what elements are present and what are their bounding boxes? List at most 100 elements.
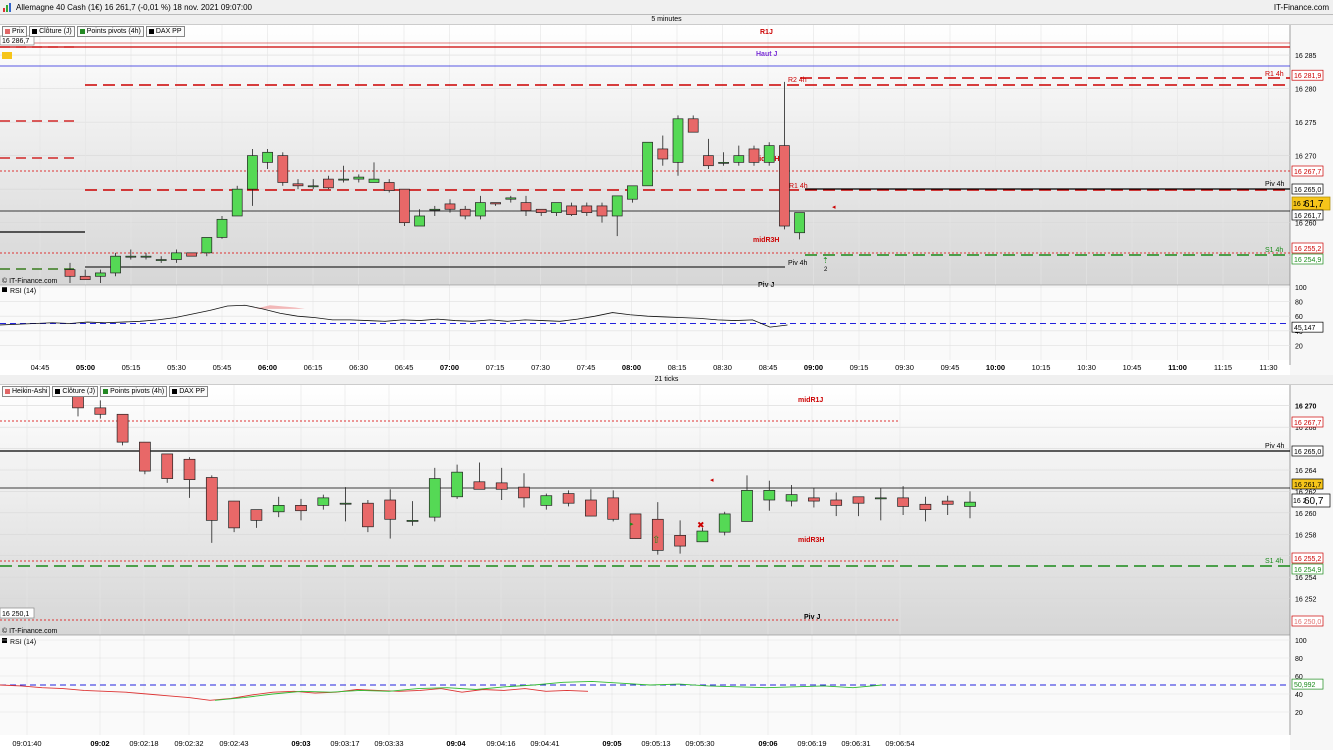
- bottom-legend-item[interactable]: Heikin-Ashi: [2, 386, 51, 397]
- bottom-time-tick: 09:04:16: [486, 739, 515, 748]
- legend-swatch: [55, 389, 61, 394]
- top-candle: [566, 205, 577, 215]
- top-candle: [399, 188, 410, 224]
- sell-marker-icon: ◂: [832, 204, 836, 211]
- bottom-candle: [317, 497, 330, 506]
- bottom-candle: [674, 535, 686, 547]
- legend-label: Clôture (J): [39, 28, 72, 35]
- bottom-price-chart[interactable]: 16 27016 26816 26616 26416 26216 26016 2…: [0, 385, 1333, 750]
- top-time-tick: 06:45: [395, 363, 414, 372]
- top-price-tick: 16 285: [1295, 53, 1317, 60]
- bottom-legend-item[interactable]: Points pivots (4h): [100, 386, 168, 397]
- top-candle: [125, 255, 137, 258]
- top-candle: [459, 208, 471, 217]
- legend-swatch: [172, 389, 178, 394]
- top-legend-item[interactable]: Points pivots (4h): [76, 26, 144, 37]
- piv-j-label: Piv J: [758, 282, 774, 289]
- legend-swatch: [79, 29, 85, 34]
- bottom-candle: [228, 500, 240, 529]
- legend-label: DAX PP: [155, 28, 182, 35]
- window-title: Allemagne 40 Cash (1€) 16 261,7 (-0,01 %…: [16, 3, 253, 12]
- top-candle: [490, 202, 501, 205]
- bottom-candle: [205, 477, 218, 521]
- top-candle: [140, 255, 152, 258]
- bottom-watermark: © IT-Finance.com: [2, 627, 58, 635]
- top-candle: [779, 145, 790, 227]
- bottom-candle: [830, 499, 843, 506]
- bottom-piv-4h-label: Piv 4h: [1265, 443, 1285, 450]
- top-price-chart[interactable]: 16 28516 28016 27516 27016 26516 26016 2…: [0, 25, 1333, 375]
- bottom-midr3h-label: midR3H: [798, 537, 824, 544]
- bottom-time-tick: 09:02:32: [174, 739, 203, 748]
- bottom-tag-5: 16 255,2: [1294, 556, 1321, 563]
- top-candle: [444, 203, 456, 210]
- bottom-legend-item[interactable]: Clôture (J): [52, 386, 99, 397]
- top-legend-item[interactable]: Prix: [2, 26, 28, 37]
- bottom-candle: [161, 453, 174, 479]
- top-candle: [672, 118, 684, 163]
- top-candle: [307, 185, 319, 188]
- rsi-tick: 20: [1295, 343, 1303, 350]
- legend-swatch: [5, 29, 10, 34]
- bottom-time-tick: 09:04:41: [530, 739, 559, 748]
- bottom-candle: [696, 530, 709, 543]
- bottom-candle: [540, 495, 553, 506]
- bottom-time-tick: 09:02:43: [219, 739, 248, 748]
- top-time-tick: 08:45: [759, 363, 778, 372]
- top-time-tick: 11:15: [1214, 363, 1232, 372]
- bottom-time-tick: 09:06:54: [885, 739, 914, 748]
- top-time-tick: 09:00: [804, 363, 823, 372]
- bottom-candle: [852, 496, 865, 504]
- bottom-candle: [250, 509, 263, 521]
- bottom-tag-6: 16 254,9: [1294, 567, 1321, 574]
- bottom-sell-cross-icon: ✖: [697, 520, 705, 530]
- bottom-tag-2: 16 265,0: [1294, 449, 1321, 456]
- bottom-tag-3: 16 261,7: [1294, 482, 1321, 489]
- bottom-price-tick: 16 270: [1295, 404, 1317, 411]
- bottom-time-tick: 09:06:31: [841, 739, 870, 748]
- bottom-time-tick: 09:03: [291, 739, 310, 748]
- top-time-tick: 08:15: [668, 363, 687, 372]
- top-candle: [611, 195, 623, 217]
- top-candle: [733, 155, 745, 163]
- midr3h-label: midR3H: [753, 237, 779, 244]
- top-interval-header: 5 minutes: [0, 15, 1333, 25]
- haut-j-label: Haut J: [756, 51, 778, 58]
- top-legend-item[interactable]: DAX PP: [145, 26, 185, 37]
- bottom-price-box-text: 16 250,1: [2, 611, 29, 618]
- top-candle: [596, 205, 608, 217]
- top-time-tick: 08:00: [622, 363, 641, 372]
- tag-piv-4h: 16 265,0: [1294, 187, 1321, 194]
- bottom-candle: [897, 497, 909, 507]
- top-time-tick: 04:45: [31, 363, 50, 372]
- bottom-time-tick: 09:06:19: [797, 739, 826, 748]
- bottom-piv-j-label: Piv J: [804, 614, 820, 621]
- bottom-legend-item[interactable]: DAX PP: [169, 386, 208, 397]
- bottom-rsi-tick: 80: [1295, 656, 1303, 663]
- top-time-tick: 07:30: [531, 363, 550, 372]
- rsi-tick: 100: [1295, 285, 1307, 292]
- legend-label: DAX PP: [179, 388, 205, 395]
- top-time-tick: 05:30: [167, 363, 186, 372]
- top-legend-item[interactable]: Clôture (J): [29, 26, 75, 37]
- bottom-candle: [964, 501, 976, 507]
- top-candle: [277, 155, 289, 183]
- top-time-tick: 10:30: [1077, 363, 1096, 372]
- top-time-tick: 11:00: [1168, 363, 1187, 372]
- top-candle: [292, 183, 304, 187]
- bottom-time-tick: 09:06: [758, 739, 777, 748]
- top-candle: [414, 215, 425, 227]
- piv-4h-lower-label: Piv 4h: [788, 260, 808, 267]
- top-candle: [262, 151, 273, 163]
- top-candle: [323, 178, 334, 189]
- bottom-candle: [116, 413, 129, 443]
- bottom-interval-label: 21 ticks: [654, 376, 679, 383]
- bottom-rsi-swatch: [2, 638, 7, 643]
- top-candle: [535, 208, 547, 213]
- bottom-candle: [607, 497, 620, 520]
- top-price-tick: 16 275: [1295, 120, 1317, 127]
- bottom-candle: [785, 494, 798, 502]
- bottom-candle: [562, 493, 575, 504]
- bottom-interval-header: 21 ticks: [0, 375, 1333, 385]
- bottom-time-tick: 09:02:18: [129, 739, 158, 748]
